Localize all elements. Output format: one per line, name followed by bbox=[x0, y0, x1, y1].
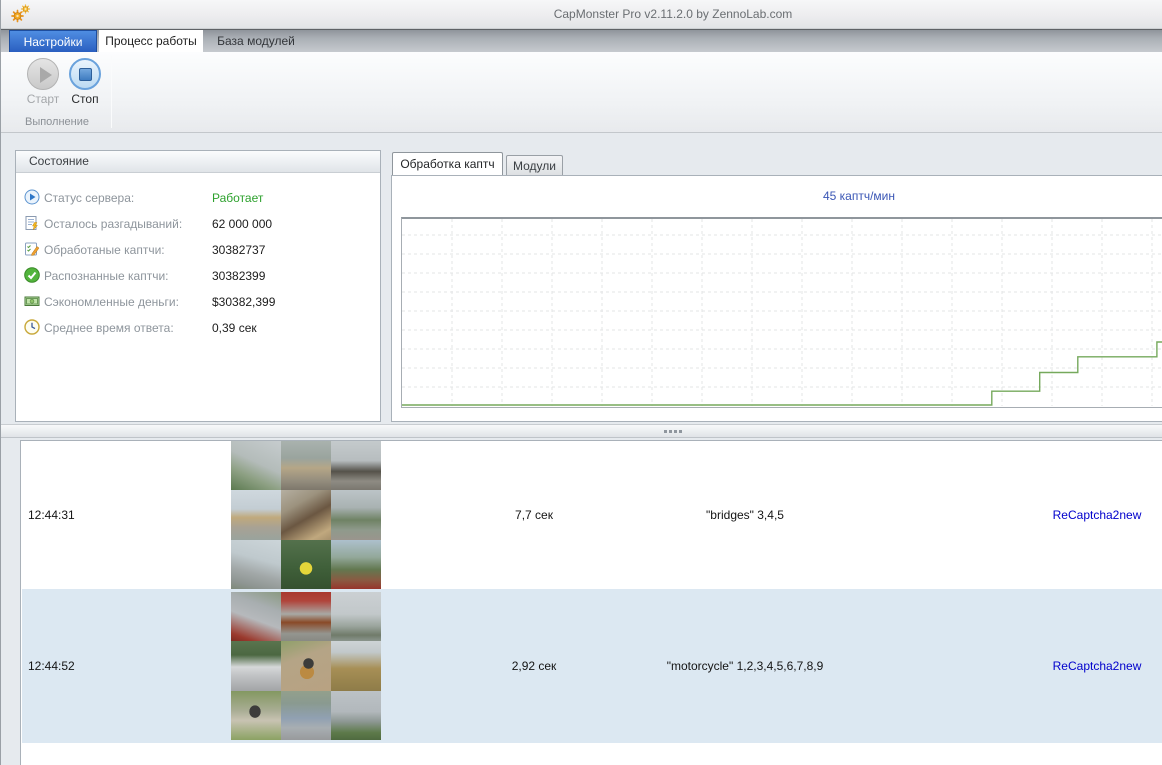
result-time: 12:44:52 bbox=[28, 659, 75, 673]
processed-value: 30382737 bbox=[212, 243, 265, 257]
result-time: 12:44:31 bbox=[28, 508, 75, 522]
check-circle-icon bbox=[24, 267, 40, 283]
main-tab-strip: Настройки Процесс работы База модулей bbox=[1, 29, 1162, 52]
window-title: CapMonster Pro v2.11.2.0 by ZennoLab.com bbox=[554, 7, 793, 21]
ribbon: Старт Стоп Выполнение bbox=[1, 52, 1162, 133]
app-gears-icon bbox=[11, 4, 33, 24]
result-answer: "motorcycle" 1,2,3,4,5,6,7,8,9 bbox=[667, 659, 824, 673]
status-label: Сэкономленные деньги: bbox=[44, 295, 179, 309]
results-table: 12:44:31 7,7 сек "bridges" 3,4,5 ReCaptc… bbox=[20, 440, 1162, 765]
table-row[interactable] bbox=[22, 743, 1162, 765]
play-circle-icon bbox=[24, 189, 40, 205]
result-solve-time: 7,7 сек bbox=[515, 508, 553, 522]
status-row-processed: Обработаные каптчи: 30382737 bbox=[24, 241, 374, 259]
play-icon bbox=[40, 67, 52, 83]
stop-button-label[interactable]: Стоп bbox=[63, 92, 107, 106]
status-label: Среднее время ответа: bbox=[44, 321, 174, 335]
stop-square-icon bbox=[79, 68, 92, 81]
status-row-remaining: Осталось разгадываний: 62 000 000 bbox=[24, 215, 374, 233]
server-status-value: Работает bbox=[212, 191, 263, 205]
status-row-recognized: Распознанные каптчи: 30382399 bbox=[24, 267, 374, 285]
captcha-image-grid bbox=[231, 441, 381, 589]
start-button[interactable] bbox=[27, 58, 59, 90]
avg-time-value: 0,39 сек bbox=[212, 321, 257, 335]
status-row-money: Сэкономленные деньги: $30382,399 bbox=[24, 293, 374, 311]
clock-icon bbox=[24, 319, 40, 335]
result-captcha-type: ReCaptcha2new bbox=[1053, 508, 1142, 522]
app-window: CapMonster Pro v2.11.2.0 by ZennoLab.com… bbox=[0, 0, 1162, 765]
remaining-value: 62 000 000 bbox=[212, 217, 272, 231]
table-row[interactable]: 12:44:31 7,7 сек "bridges" 3,4,5 ReCaptc… bbox=[22, 441, 1162, 589]
result-answer: "bridges" 3,4,5 bbox=[706, 508, 784, 522]
tab-settings[interactable]: Настройки bbox=[9, 30, 97, 53]
status-label: Статус сервера: bbox=[44, 191, 134, 205]
tab-captcha-processing[interactable]: Обработка каптч bbox=[392, 152, 503, 176]
status-label: Осталось разгадываний: bbox=[44, 217, 182, 231]
banknote-icon bbox=[24, 293, 40, 309]
ribbon-group-separator bbox=[111, 56, 112, 128]
captcha-processing-panel: 45 каптч/мин bbox=[391, 175, 1162, 422]
captcha-image-grid bbox=[231, 592, 381, 740]
status-label: Обработаные каптчи: bbox=[44, 243, 165, 257]
tab-modules[interactable]: Модули bbox=[506, 155, 563, 176]
status-row-avg-time: Среднее время ответа: 0,39 сек bbox=[24, 319, 374, 337]
result-captcha-type: ReCaptcha2new bbox=[1053, 659, 1142, 673]
status-panel: Состояние Статус сервера: Работает Остал… bbox=[15, 150, 381, 422]
stop-button[interactable] bbox=[69, 58, 101, 90]
tab-module-base[interactable]: База модулей bbox=[206, 30, 306, 53]
status-panel-title: Состояние bbox=[16, 151, 380, 173]
title-bar: CapMonster Pro v2.11.2.0 by ZennoLab.com bbox=[1, 0, 1162, 29]
splitter-grip-icon bbox=[664, 430, 682, 433]
chart-title: 45 каптч/мин bbox=[823, 189, 895, 203]
chart-canvas bbox=[402, 219, 1162, 406]
status-row-server: Статус сервера: Работает bbox=[24, 189, 374, 207]
tab-work-process[interactable]: Процесс работы bbox=[99, 30, 203, 53]
status-label: Распознанные каптчи: bbox=[44, 269, 168, 283]
throughput-chart bbox=[401, 217, 1162, 408]
recognized-value: 30382399 bbox=[212, 269, 265, 283]
result-solve-time: 2,92 сек bbox=[512, 659, 557, 673]
panel-splitter[interactable] bbox=[1, 424, 1162, 438]
money-saved-value: $30382,399 bbox=[212, 295, 275, 309]
ribbon-group-label: Выполнение bbox=[5, 116, 109, 128]
doc-lightning-icon bbox=[24, 215, 40, 231]
doc-pencil-icon bbox=[24, 241, 40, 257]
table-row[interactable]: 12:44:52 2,92 сек "motorcycle" 1,2,3,4,5… bbox=[22, 589, 1162, 743]
